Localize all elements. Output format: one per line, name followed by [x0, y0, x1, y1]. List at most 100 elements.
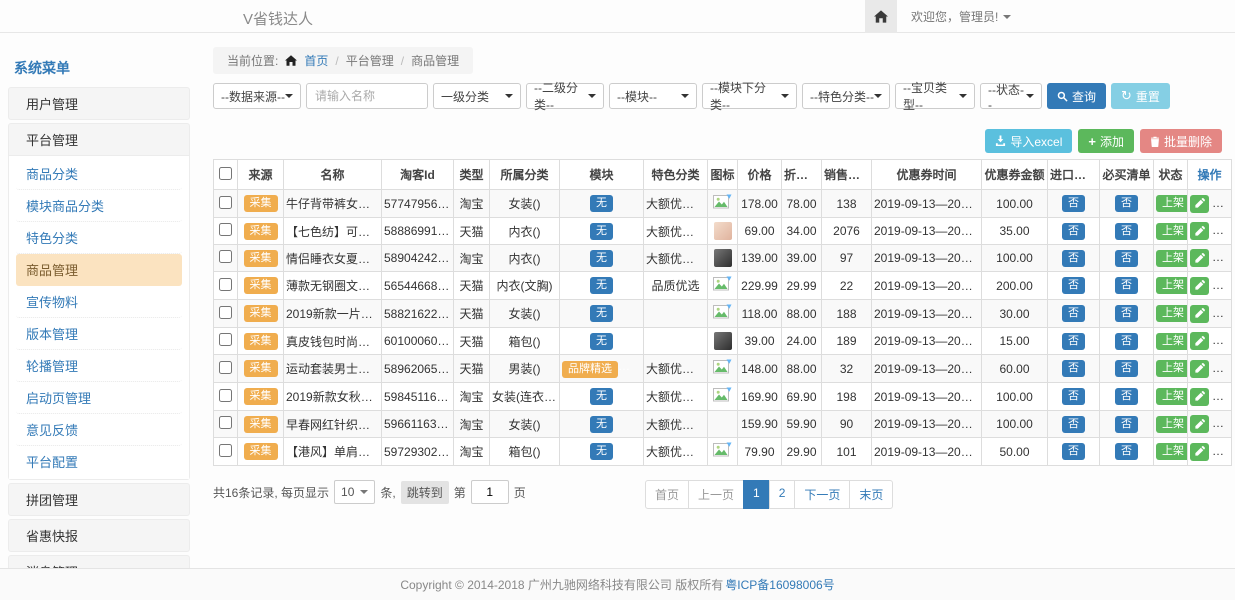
must-buy-toggle[interactable]: 否: [1115, 360, 1138, 377]
sidebar-groups: 用户管理平台管理商品分类模块商品分类特色分类商品管理宣传物料版本管理轮播管理启动…: [8, 87, 190, 568]
status-toggle[interactable]: 上架: [1156, 250, 1188, 267]
pager-button-1[interactable]: 1: [743, 480, 770, 509]
icp-link[interactable]: 粤ICP备16098006号: [725, 576, 834, 593]
edit-button[interactable]: [1190, 415, 1209, 433]
must-buy-toggle[interactable]: 否: [1115, 223, 1138, 240]
import-select-toggle[interactable]: 否: [1062, 333, 1085, 350]
must-buy-toggle[interactable]: 否: [1115, 443, 1138, 460]
cell-feature-category: 大额优惠券: [644, 438, 708, 466]
sidebar-item-启动页管理[interactable]: 启动页管理: [16, 382, 182, 414]
breadcrumb-home-link[interactable]: 首页: [304, 52, 328, 69]
filter-select-module[interactable]: --模块--: [609, 83, 697, 109]
home-button[interactable]: [865, 0, 897, 33]
pager-button-下一页[interactable]: 下一页: [794, 480, 850, 509]
status-toggle[interactable]: 上架: [1156, 223, 1188, 240]
import-select-toggle[interactable]: 否: [1062, 223, 1085, 240]
filter-select-module-sub-category[interactable]: --模块下分类--: [702, 83, 797, 109]
edit-button[interactable]: [1190, 305, 1209, 323]
filter-select-status[interactable]: --状态--: [980, 83, 1042, 109]
import-select-toggle[interactable]: 否: [1062, 416, 1085, 433]
row-checkbox[interactable]: [219, 444, 232, 457]
edit-button[interactable]: [1190, 277, 1209, 295]
search-button[interactable]: 查询: [1047, 83, 1106, 109]
row-checkbox[interactable]: [219, 333, 232, 346]
cell-import-select: 否: [1048, 190, 1100, 218]
must-buy-toggle[interactable]: 否: [1115, 416, 1138, 433]
import-select-toggle[interactable]: 否: [1062, 443, 1085, 460]
page-size-select[interactable]: 10: [334, 480, 375, 504]
edit-button[interactable]: [1190, 195, 1209, 213]
import-select-toggle[interactable]: 否: [1062, 195, 1085, 212]
sidebar-item-商品分类[interactable]: 商品分类: [16, 158, 182, 190]
status-toggle[interactable]: 上架: [1156, 195, 1188, 212]
status-toggle[interactable]: 上架: [1156, 443, 1188, 460]
jump-page-input[interactable]: [471, 480, 509, 504]
edit-icon: [1194, 363, 1205, 374]
must-buy-toggle[interactable]: 否: [1115, 333, 1138, 350]
import-excel-button[interactable]: 导入excel: [985, 129, 1072, 153]
status-toggle[interactable]: 上架: [1156, 360, 1188, 377]
row-checkbox[interactable]: [219, 250, 232, 263]
pager-button-首页[interactable]: 首页: [645, 480, 689, 509]
status-toggle[interactable]: 上架: [1156, 416, 1188, 433]
must-buy-toggle[interactable]: 否: [1115, 277, 1138, 294]
sidebar-item-特色分类[interactable]: 特色分类: [16, 222, 182, 254]
sidebar-group-header[interactable]: 用户管理: [9, 88, 189, 119]
sidebar-item-轮播管理[interactable]: 轮播管理: [16, 350, 182, 382]
edit-button[interactable]: [1190, 360, 1209, 378]
select-all-checkbox[interactable]: [219, 167, 232, 180]
row-checkbox[interactable]: [219, 389, 232, 402]
sidebar-group-header[interactable]: 平台管理: [9, 124, 189, 155]
row-checkbox[interactable]: [219, 223, 232, 236]
edit-button[interactable]: [1190, 249, 1209, 267]
sidebar-group-header[interactable]: 省惠快报: [9, 520, 189, 551]
status-toggle[interactable]: 上架: [1156, 333, 1188, 350]
sidebar-item-模块商品分类[interactable]: 模块商品分类: [16, 190, 182, 222]
row-checkbox[interactable]: [219, 361, 232, 374]
user-menu[interactable]: 欢迎您，管理员!: [911, 8, 1011, 25]
caret-down-icon: [588, 94, 596, 98]
edit-button[interactable]: [1190, 332, 1209, 350]
status-toggle[interactable]: 上架: [1156, 388, 1188, 405]
batch-delete-button[interactable]: 批量删除: [1140, 129, 1222, 153]
add-button[interactable]: + 添加: [1078, 129, 1134, 153]
pager-button-2[interactable]: 2: [769, 480, 796, 509]
sidebar-group-header[interactable]: 消息管理: [9, 556, 189, 568]
filter-select-feature-category[interactable]: --特色分类--: [802, 83, 890, 109]
row-checkbox[interactable]: [219, 306, 232, 319]
sidebar-group-header[interactable]: 拼团管理: [9, 484, 189, 515]
import-select-toggle[interactable]: 否: [1062, 388, 1085, 405]
filter-name-input[interactable]: [306, 83, 428, 109]
row-checkbox[interactable]: [219, 278, 232, 291]
filter-select-level1-category[interactable]: 一级分类: [433, 83, 521, 109]
edit-button[interactable]: [1190, 222, 1209, 240]
source-badge: 采集: [244, 305, 278, 322]
must-buy-toggle[interactable]: 否: [1115, 250, 1138, 267]
cell-category: 女装(): [490, 411, 560, 438]
row-checkbox[interactable]: [219, 196, 232, 209]
import-select-toggle[interactable]: 否: [1062, 250, 1085, 267]
import-select-toggle[interactable]: 否: [1062, 277, 1085, 294]
jump-to-button[interactable]: 跳转到: [401, 481, 449, 504]
status-toggle[interactable]: 上架: [1156, 305, 1188, 322]
filter-select-level2-category[interactable]: --二级分类--: [526, 83, 604, 109]
must-buy-toggle[interactable]: 否: [1115, 388, 1138, 405]
reset-button[interactable]: ↻重置: [1111, 83, 1170, 109]
row-checkbox[interactable]: [219, 416, 232, 429]
sidebar-item-宣传物料[interactable]: 宣传物料: [16, 286, 182, 318]
must-buy-toggle[interactable]: 否: [1115, 195, 1138, 212]
sidebar-item-商品管理[interactable]: 商品管理: [16, 254, 182, 286]
pager-button-末页[interactable]: 末页: [849, 480, 893, 509]
filter-select-item-type[interactable]: --宝贝类型--: [895, 83, 975, 109]
filter-select-data-source[interactable]: --数据来源--: [213, 83, 301, 109]
edit-button[interactable]: [1190, 443, 1209, 461]
pager-button-上一页[interactable]: 上一页: [688, 480, 744, 509]
status-toggle[interactable]: 上架: [1156, 277, 1188, 294]
import-select-toggle[interactable]: 否: [1062, 360, 1085, 377]
edit-button[interactable]: [1190, 388, 1209, 406]
sidebar-item-意见反馈[interactable]: 意见反馈: [16, 414, 182, 446]
sidebar-item-平台配置[interactable]: 平台配置: [16, 446, 182, 477]
must-buy-toggle[interactable]: 否: [1115, 305, 1138, 322]
import-select-toggle[interactable]: 否: [1062, 305, 1085, 322]
sidebar-item-版本管理[interactable]: 版本管理: [16, 318, 182, 350]
